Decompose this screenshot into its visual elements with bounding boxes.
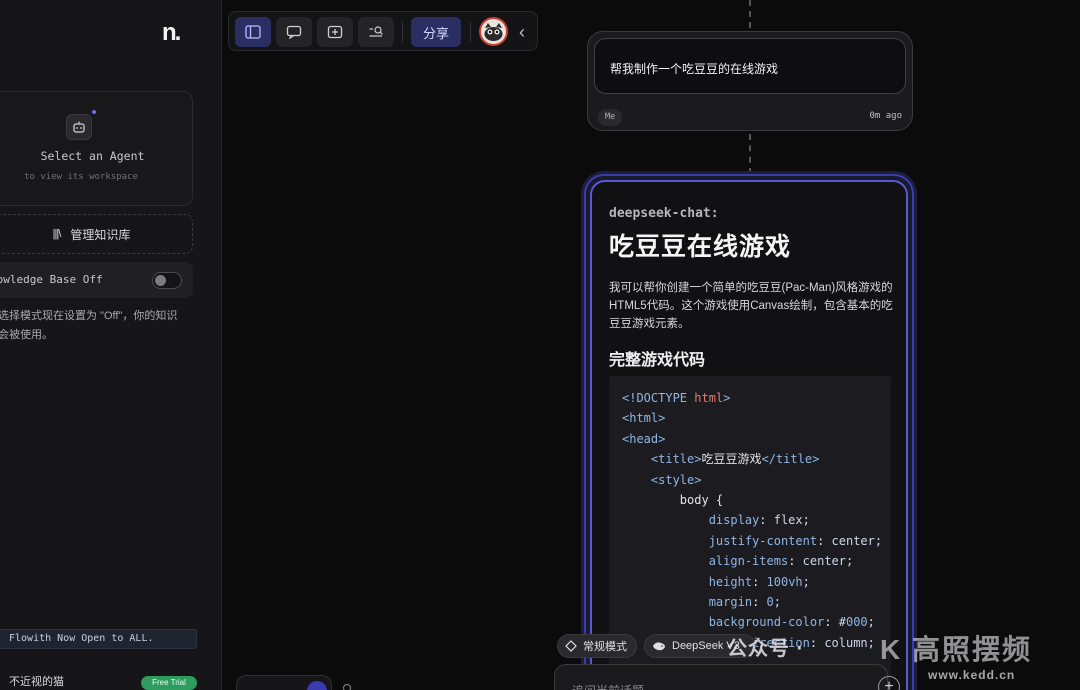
response-section-heading: 完整游戏代码 [609,352,706,369]
zoom-button[interactable] [307,681,327,690]
user-message-node[interactable]: 帮我制作一个吃豆豆的在线游戏 Me 0m ago [587,31,913,131]
sidebar-toggle-button[interactable] [235,17,271,47]
code-line: background-color: #000; [708,615,875,630]
app-logo[interactable]: n. [162,19,181,47]
response-title: 吃豆豆在线游戏 [609,233,792,261]
code-line: <style> [650,472,702,487]
code-line: <head> [622,431,666,446]
code-line: justify-content: center; [708,533,883,548]
code-line: <html> [622,411,666,426]
code-line: <!DOCTYPE html> [622,391,731,405]
sidebar-icon [245,25,261,39]
mode-selector[interactable]: 常规模式 [557,634,637,658]
connector-line [749,134,751,174]
chat-bubble-icon [286,25,302,39]
author-tag: Me [598,109,623,126]
chevron-left-icon[interactable]: ‹ [513,19,531,45]
agent-card-title: Select an Agent [40,149,145,163]
agent-select-card[interactable]: Select an Agent to view its workspace [0,91,193,206]
toggle-knob [155,275,166,286]
watermark-url: www.kedd.cn [928,668,1016,682]
search-list-icon [369,26,383,37]
add-node-icon [327,25,343,39]
whale-icon [653,642,665,651]
user-name[interactable]: 不近视的猫 [9,673,64,689]
message-timestamp: 0m ago [869,111,902,121]
connector-line [749,0,751,28]
agent-card-subtitle: to view its workspace [24,172,138,182]
model-label: deepseek-chat: [609,206,719,221]
announcement-banner[interactable]: Flowith Now Open to ALL. [0,629,197,649]
sidebar: n. Select an Agent to view its workspace… [0,0,222,690]
ai-response-node[interactable]: deepseek-chat: 吃豆豆在线游戏 我可以帮你创建一个简单的吃豆豆(P… [584,174,914,690]
status-dot [92,110,96,114]
knowledge-base-note: 选择模式现在设置为 "Off"，你的知识 会被使用。 [0,310,178,341]
knowledge-base-toggle-label: nowledge Base Off [0,273,103,286]
ai-response-content: deepseek-chat: 吃豆豆在线游戏 我可以帮你创建一个简单的吃豆豆(P… [590,180,908,690]
top-toolbar: 分享 ‹ [228,11,538,51]
follow-up-input[interactable]: 追问当前话题 [554,664,888,690]
follow-up-input-placeholder: 追问当前话题 [572,682,644,690]
chat-button[interactable] [276,17,312,47]
manage-knowledge-base-label: 管理知识库 [70,227,131,242]
watermark-text: 公众号 · [727,638,805,660]
library-icon: |||\ [52,228,62,240]
status-indicator [343,684,351,690]
knowledge-base-toggle[interactable] [152,272,182,289]
code-line: display: flex; [708,513,810,528]
code-line: margin: 0; [708,595,781,610]
code-line: <title>吃豆豆游戏</title> [650,452,820,467]
canvas[interactable]: 帮我制作一个吃豆豆的在线游戏 Me 0m ago deepseek-chat: … [223,0,1080,690]
robot-icon [66,114,92,140]
watermark-logo: K 高照摆频 [880,634,1033,665]
mode-label: 常规模式 [583,641,627,653]
share-button[interactable]: 分享 [411,17,461,47]
manage-knowledge-base-button[interactable]: |||\ 管理知识库 [0,214,193,254]
code-line: align-items: center; [708,554,854,569]
toolbar-divider [470,22,471,42]
code-line: body { [622,493,724,508]
search-list-button[interactable] [358,17,394,47]
code-line: height: 100vh; [708,574,810,589]
free-trial-badge[interactable]: Free Trial [141,676,197,690]
zoom-controls[interactable] [236,675,332,690]
knowledge-base-toggle-row: nowledge Base Off [0,262,193,298]
response-paragraph: 我可以帮你创建一个简单的吃豆豆(Pac-Man)风格游戏的HTML5代码。这个游… [609,282,893,330]
add-node-button[interactable] [317,17,353,47]
user-message-text: 帮我制作一个吃豆豆的在线游戏 [594,38,906,94]
diamond-icon [565,640,577,652]
toolbar-divider [402,22,403,42]
user-avatar[interactable] [479,17,508,46]
